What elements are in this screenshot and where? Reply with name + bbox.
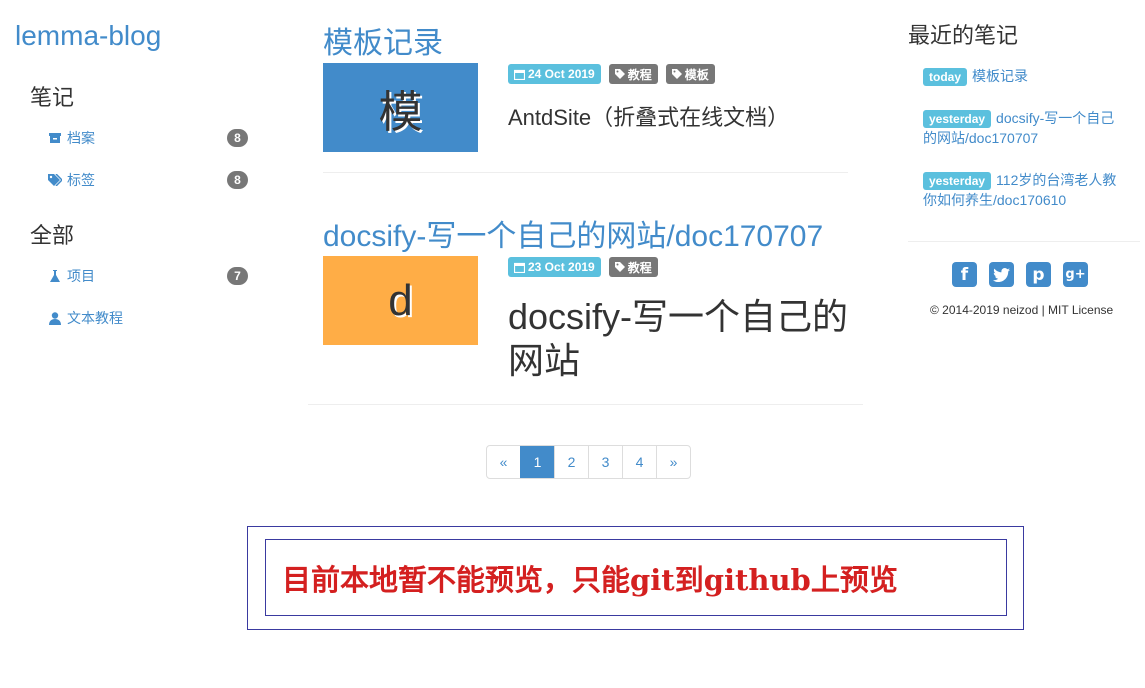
archive-icon [48, 132, 62, 144]
tag-icon [614, 262, 625, 272]
nav-item-tags[interactable]: 标签 8 [48, 170, 248, 190]
post-title-link[interactable]: docsify-写一个自己的网站/doc170707 [323, 211, 823, 255]
calendar-icon [514, 262, 525, 273]
nav-item-tutorials[interactable]: 文本教程 [48, 308, 248, 328]
recent-note-badge: yesterday [923, 110, 992, 128]
nav-item-projects[interactable]: 项目 7 [48, 266, 248, 286]
google-plus-icon[interactable]: g+ [1063, 262, 1088, 287]
post-excerpt: docsify-写一个自己的 网站 [508, 295, 848, 383]
nav-item-archive[interactable]: 档案 8 [48, 128, 248, 148]
twitter-icon[interactable] [989, 262, 1014, 287]
nav-item-label: 档案 [67, 130, 95, 146]
tag-icon [614, 69, 625, 79]
pagination-page-3[interactable]: 3 [588, 446, 622, 478]
facebook-icon[interactable]: f [952, 262, 977, 287]
post-title-link[interactable]: 模板记录 [323, 18, 443, 62]
recent-note-badge: yesterday [923, 172, 992, 190]
flask-icon [48, 269, 62, 283]
notice-inner-frame: 目前本地暂不能预览，只能git到github上预览 [265, 539, 1007, 616]
nav-heading-notes: 笔记 [30, 85, 75, 110]
post-excerpt-line: 网站 [508, 340, 581, 381]
nav-heading-all: 全部 [30, 223, 75, 248]
tags-icon [48, 174, 62, 186]
post-tag-badge[interactable]: 教程 [608, 257, 658, 277]
post-excerpt-line: docsify-写一个自己的 [508, 296, 849, 337]
post-tag-badge[interactable]: 教程 [608, 64, 658, 84]
post-tags: 24 Oct 2019 教程 模板 [508, 64, 715, 84]
nav-item-label: 文本教程 [67, 310, 123, 326]
social-links: f p g+ [952, 262, 1088, 287]
recent-notes-heading: 最近的笔记 [908, 23, 1019, 48]
calendar-icon [514, 69, 525, 80]
post-divider [308, 404, 863, 405]
blog-brand-link[interactable]: lemma-blog [15, 20, 161, 52]
recent-note-item[interactable]: today 模板记录 [923, 67, 1123, 87]
nav-item-label: 标签 [67, 172, 95, 188]
recent-note-item[interactable]: yesterday docsify-写一个自己的网站/doc170707 [923, 109, 1123, 148]
post-thumbnail[interactable]: 模 [323, 63, 478, 152]
pagination-page-4[interactable]: 4 [622, 446, 656, 478]
post-tags: 23 Oct 2019 教程 [508, 257, 658, 277]
pagination: « 1 2 3 4 » [486, 445, 691, 479]
nav-item-label: 项目 [67, 268, 95, 284]
user-icon [48, 311, 62, 325]
post-tag-badge[interactable]: 模板 [665, 64, 715, 84]
post-date-badge: 24 Oct 2019 [508, 64, 601, 84]
post-thumbnail[interactable]: d [323, 256, 478, 345]
post-excerpt: AntdSite（折叠式在线文档） [508, 105, 790, 130]
recent-note-badge: today [923, 68, 968, 86]
post-divider [323, 172, 848, 173]
notice-box: 目前本地暂不能预览，只能git到github上预览 [247, 526, 1024, 630]
notice-text: 目前本地暂不能预览，只能git到github上预览 [282, 562, 898, 597]
copyright-text: © 2014-2019 neizod | MIT License [930, 303, 1114, 317]
recent-note-title: 模板记录 [972, 68, 1029, 84]
post-date-badge: 23 Oct 2019 [508, 257, 601, 277]
pagination-prev[interactable]: « [487, 446, 520, 478]
sidebar-divider [908, 241, 1140, 242]
projects-count-badge: 7 [227, 267, 248, 285]
recent-note-item[interactable]: yesterday 112岁的台湾老人教你如何养生/doc170610 [923, 171, 1123, 210]
archive-count-badge: 8 [227, 129, 248, 147]
pagination-page-2[interactable]: 2 [554, 446, 588, 478]
tag-icon [671, 69, 682, 79]
pagination-page-1[interactable]: 1 [520, 446, 554, 478]
pagination-next[interactable]: » [656, 446, 690, 478]
pinterest-icon[interactable]: p [1026, 262, 1051, 287]
tags-count-badge: 8 [227, 171, 248, 189]
